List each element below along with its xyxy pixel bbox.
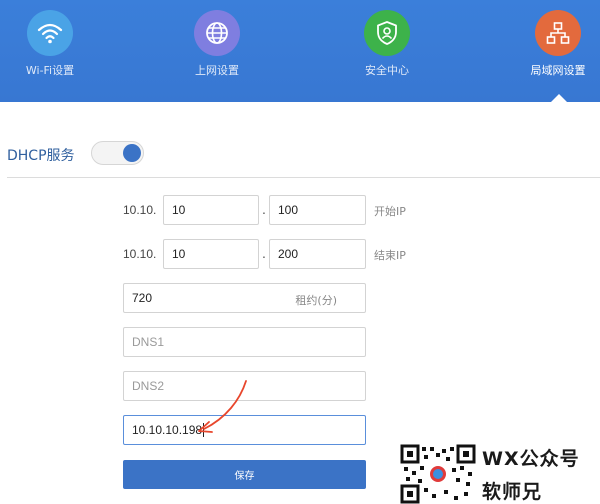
lease-time-input[interactable]: 720 租约(分) (123, 283, 366, 313)
end-ip-prefix: 10.10. (123, 247, 157, 261)
start-ip-octet4-input[interactable]: 100 (269, 195, 366, 225)
nav-item-wifi-settings[interactable]: Wi-Fi设置 (0, 10, 100, 78)
nav-item-security-center[interactable]: 安全中心 (337, 10, 437, 78)
dhcp-service-label: DHCP服务 (7, 148, 75, 164)
toggle-knob (123, 144, 141, 162)
nav-label-wifi: Wi-Fi设置 (25, 64, 75, 77)
nav-label-internet: 上网设置 (195, 64, 239, 77)
dns1-input[interactable]: DNS1 (123, 327, 366, 357)
nav-item-internet-settings[interactable]: 上网设置 (167, 10, 267, 78)
save-button[interactable]: 保存 (123, 460, 366, 489)
end-ip-octet4-input[interactable]: 200 (269, 239, 366, 269)
watermark-line2: 软师兄 (482, 481, 543, 503)
section-divider (7, 177, 600, 178)
nav-label-lan: 局域网设置 (530, 64, 586, 77)
ip-dot-separator: . (262, 201, 266, 217)
start-ip-prefix: 10.10. (123, 203, 157, 217)
lan-network-icon (535, 10, 581, 56)
lease-time-unit: 租约(分) (295, 294, 337, 307)
nav-item-lan-settings[interactable]: 局域网设置 (508, 10, 600, 78)
lease-time-value: 720 (132, 291, 153, 305)
end-ip-octet3-input[interactable]: 10 (163, 239, 259, 269)
wifi-icon (27, 10, 73, 56)
start-ip-octet3-input[interactable]: 10 (163, 195, 259, 225)
dhcp-toggle[interactable] (91, 141, 144, 165)
watermark-line1: WX公众号 (482, 448, 580, 470)
end-ip-label: 结束IP (374, 249, 406, 262)
ip-dot-separator: . (262, 245, 266, 261)
annotation-arrow (198, 380, 247, 433)
globe-icon (194, 10, 240, 56)
shield-user-icon (364, 10, 410, 56)
start-ip-label: 开始IP (374, 205, 406, 218)
qr-code-image (400, 444, 476, 504)
active-tab-indicator (551, 94, 567, 102)
top-nav-bar: Wi-Fi设置 上网设置 安全中心 局域网设置 (0, 0, 600, 102)
nav-label-security: 安全中心 (365, 64, 409, 77)
